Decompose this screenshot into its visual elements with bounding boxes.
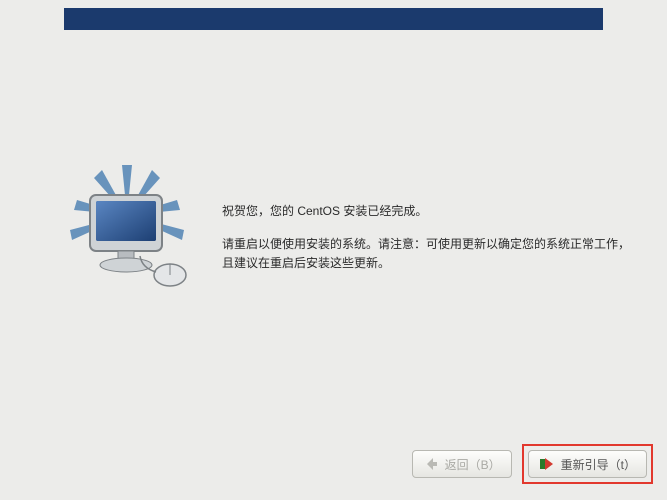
button-row: 返回（B） 重新引导（t） [412, 444, 653, 484]
header-banner [64, 8, 603, 30]
back-button-label: 返回（B） [445, 456, 501, 473]
message-text: 祝贺您，您的 CentOS 安装已经完成。 请重启以便使用安装的系统。请注意：可… [202, 180, 637, 274]
reboot-highlight: 重新引导（t） [522, 444, 653, 484]
arrow-right-icon [539, 456, 555, 472]
reboot-button[interactable]: 重新引导（t） [528, 450, 647, 478]
reboot-button-label: 重新引导（t） [561, 456, 636, 473]
main-content: 祝贺您，您的 CentOS 安装已经完成。 请重启以便使用安装的系统。请注意：可… [52, 180, 637, 310]
computer-illustration [52, 160, 202, 310]
congrats-text: 祝贺您，您的 CentOS 安装已经完成。 [222, 202, 637, 221]
back-button: 返回（B） [412, 450, 512, 478]
instruction-text: 请重启以便使用安装的系统。请注意：可使用更新以确定您的系统正常工作，且建议在重启… [222, 235, 637, 273]
arrow-left-icon [423, 456, 439, 472]
